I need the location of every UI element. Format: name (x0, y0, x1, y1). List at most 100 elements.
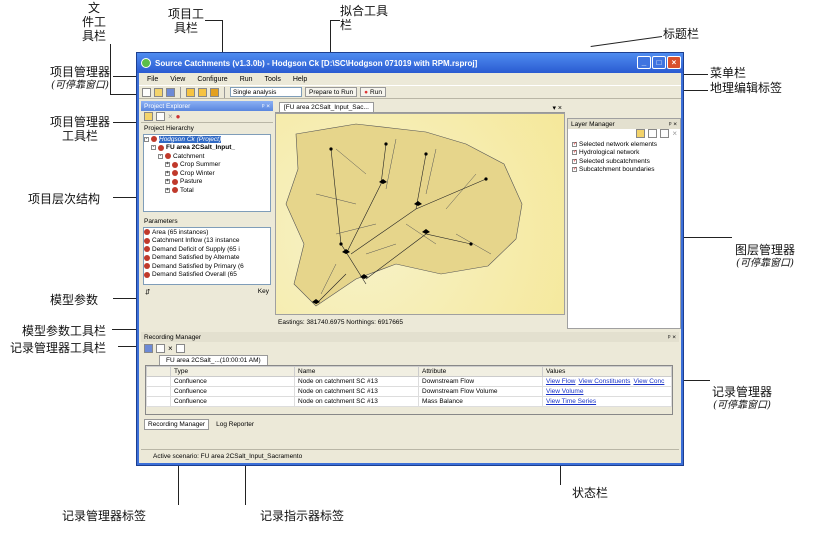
panel-close-icon[interactable]: ᵖ × (669, 121, 677, 128)
row-header-cell (146, 366, 171, 377)
column-header[interactable]: Attribute (418, 366, 543, 377)
menu-tools[interactable]: Tools (265, 76, 281, 83)
annotation-geo-tab: 地理编辑标签 (710, 81, 783, 95)
annotation-project-manager: 项目管理器 (可停靠窗口) (50, 65, 110, 91)
tree-item[interactable]: + Total (144, 186, 270, 195)
run-icon: ● (364, 88, 369, 96)
expand-icon[interactable]: + (165, 162, 170, 168)
parameters-label: Parameters (144, 218, 178, 225)
delete-icon[interactable]: × (168, 112, 173, 121)
recording-result-tab[interactable]: FU area 2CSalt_...(10:00:01 AM) (159, 355, 268, 365)
param-item[interactable]: Demand Satisfied by Primary (6 (144, 262, 270, 271)
tree-item[interactable]: - Catchment (144, 152, 270, 161)
close-button[interactable]: × (667, 56, 681, 69)
column-header[interactable]: Type (170, 366, 295, 377)
geo-edit-tab[interactable]: [FU area 2CSalt_Input_Sac... (279, 102, 374, 112)
project-view-icon[interactable] (186, 87, 195, 97)
edit-icon[interactable] (156, 343, 165, 353)
checkbox-icon[interactable]: ✓ (572, 150, 577, 156)
checkbox-icon[interactable]: ✓ (572, 158, 577, 164)
panel-close-icon[interactable]: ᵖ × (262, 103, 270, 110)
tree-item[interactable]: + Crop Winter (144, 169, 270, 178)
attribute-cell: Downstream Flow Volume (418, 386, 543, 397)
menu-view[interactable]: View (170, 76, 185, 83)
table-row[interactable]: Confluence Node on catchment SC #13 Down… (146, 386, 672, 397)
tree-item[interactable]: - Hodgson Ck (Project) (144, 135, 270, 144)
save-icon[interactable] (144, 343, 153, 353)
expand-icon[interactable]: - (151, 145, 156, 151)
view-conc-link[interactable]: View Conc (633, 378, 664, 385)
view-volume-link[interactable]: View Volume (546, 388, 583, 395)
analysis-select[interactable]: Single analysis (230, 87, 302, 97)
window-title: Source Catchments (v1.3.0b) - Hodgson Ck… (155, 58, 478, 68)
layer-item[interactable]: ✓ Selected subcatchments (572, 157, 680, 166)
maximize-button[interactable]: □ (652, 56, 666, 69)
expand-icon[interactable]: - (144, 136, 149, 142)
expand-icon[interactable]: + (165, 187, 170, 193)
open-folder-icon[interactable] (154, 87, 163, 97)
add-icon[interactable] (156, 112, 165, 121)
column-header[interactable]: Name (294, 366, 419, 377)
layer-label: Selected network elements (579, 140, 658, 148)
project-settings-icon[interactable] (210, 87, 219, 97)
prepare-run-button[interactable]: Prepare to Run (305, 87, 358, 97)
folder-icon[interactable] (144, 112, 153, 121)
save-icon[interactable] (166, 87, 175, 97)
toolbar: Single analysis Prepare to Run ● Run (139, 85, 681, 99)
type-cell: Confluence (170, 386, 295, 397)
record-icon[interactable]: ● (176, 112, 181, 121)
tree-label: Pasture (180, 178, 203, 186)
new-file-icon[interactable] (142, 87, 151, 97)
param-item[interactable]: Area (65 instances) (144, 228, 270, 237)
layer-item[interactable]: ✓ Hydrological network (572, 149, 680, 158)
recording-manager-tab[interactable]: Recording Manager (144, 418, 210, 430)
minimize-button[interactable]: _ (637, 56, 651, 69)
move-up-icon[interactable] (648, 129, 658, 138)
param-item[interactable]: Demand Deficit of Supply (65 i (144, 245, 270, 254)
tree-item[interactable]: + Crop Summer (144, 161, 270, 170)
tree-item[interactable]: + Pasture (144, 178, 270, 187)
delete-icon[interactable]: × (168, 344, 173, 353)
map-canvas[interactable] (275, 113, 565, 315)
move-down-icon[interactable] (660, 129, 670, 138)
view-constituents-link[interactable]: View Constituents (579, 378, 631, 385)
annotation-rec-tab: 记录管理器标签 (62, 509, 147, 523)
tab-close-icon[interactable]: ▾ × (552, 104, 565, 112)
tree-item[interactable]: - FU area 2CSalt_Input_ (144, 144, 270, 153)
param-label: Catchment Inflow (13 instance (152, 237, 240, 245)
panel-close-icon[interactable]: ᵖ × (668, 334, 676, 341)
copy-icon[interactable] (175, 343, 185, 353)
annotation-layer-manager: 图层管理器 (可停靠窗口) (735, 243, 795, 269)
param-item[interactable]: Catchment Inflow (13 instance (144, 237, 270, 246)
expand-icon[interactable]: + (165, 170, 170, 176)
view-flow-link[interactable]: View Flow (546, 378, 576, 385)
checkbox-icon[interactable]: ✓ (572, 167, 577, 173)
table-row[interactable]: Confluence Node on catchment SC #13 Mass… (146, 396, 672, 407)
log-reporter-tab[interactable]: Log Reporter (213, 420, 257, 429)
menu-help[interactable]: Help (293, 76, 307, 83)
expand-icon[interactable]: + (165, 179, 170, 185)
view-time-series-link[interactable]: View Time Series (546, 398, 596, 405)
run-button[interactable]: ● Run (360, 87, 386, 97)
menu-configure[interactable]: Configure (197, 76, 227, 83)
add-layer-icon[interactable] (636, 129, 646, 138)
param-label: Area (65 instances) (152, 228, 209, 236)
column-header[interactable]: Values (542, 366, 672, 377)
recording-manager-header: Recording Manager ᵖ × (141, 332, 679, 342)
node-icon (165, 153, 171, 160)
param-item[interactable]: Demand Satisfied Overall (65 (144, 271, 270, 280)
sort-icon[interactable]: ⇵ (145, 288, 150, 298)
remove-layer-icon[interactable]: × (672, 129, 677, 140)
layer-item[interactable]: ✓ Selected network elements (572, 140, 680, 149)
key-dropdown[interactable]: Key (258, 288, 269, 298)
project-grid-icon[interactable] (198, 87, 207, 97)
param-item[interactable]: Demand Satisfied by Alternate (144, 254, 270, 263)
layer-manager-header: Layer Manager ᵖ × (568, 119, 680, 129)
layer-item[interactable]: ✓ Subcatchment boundaries (572, 166, 680, 175)
expand-icon[interactable]: - (158, 153, 163, 159)
layer-manager-title: Layer Manager (571, 120, 615, 128)
menu-file[interactable]: File (147, 76, 158, 83)
checkbox-icon[interactable]: ✓ (572, 141, 577, 147)
menu-run[interactable]: Run (240, 76, 253, 83)
table-row[interactable]: Confluence Node on catchment SC #13 Down… (146, 376, 672, 387)
